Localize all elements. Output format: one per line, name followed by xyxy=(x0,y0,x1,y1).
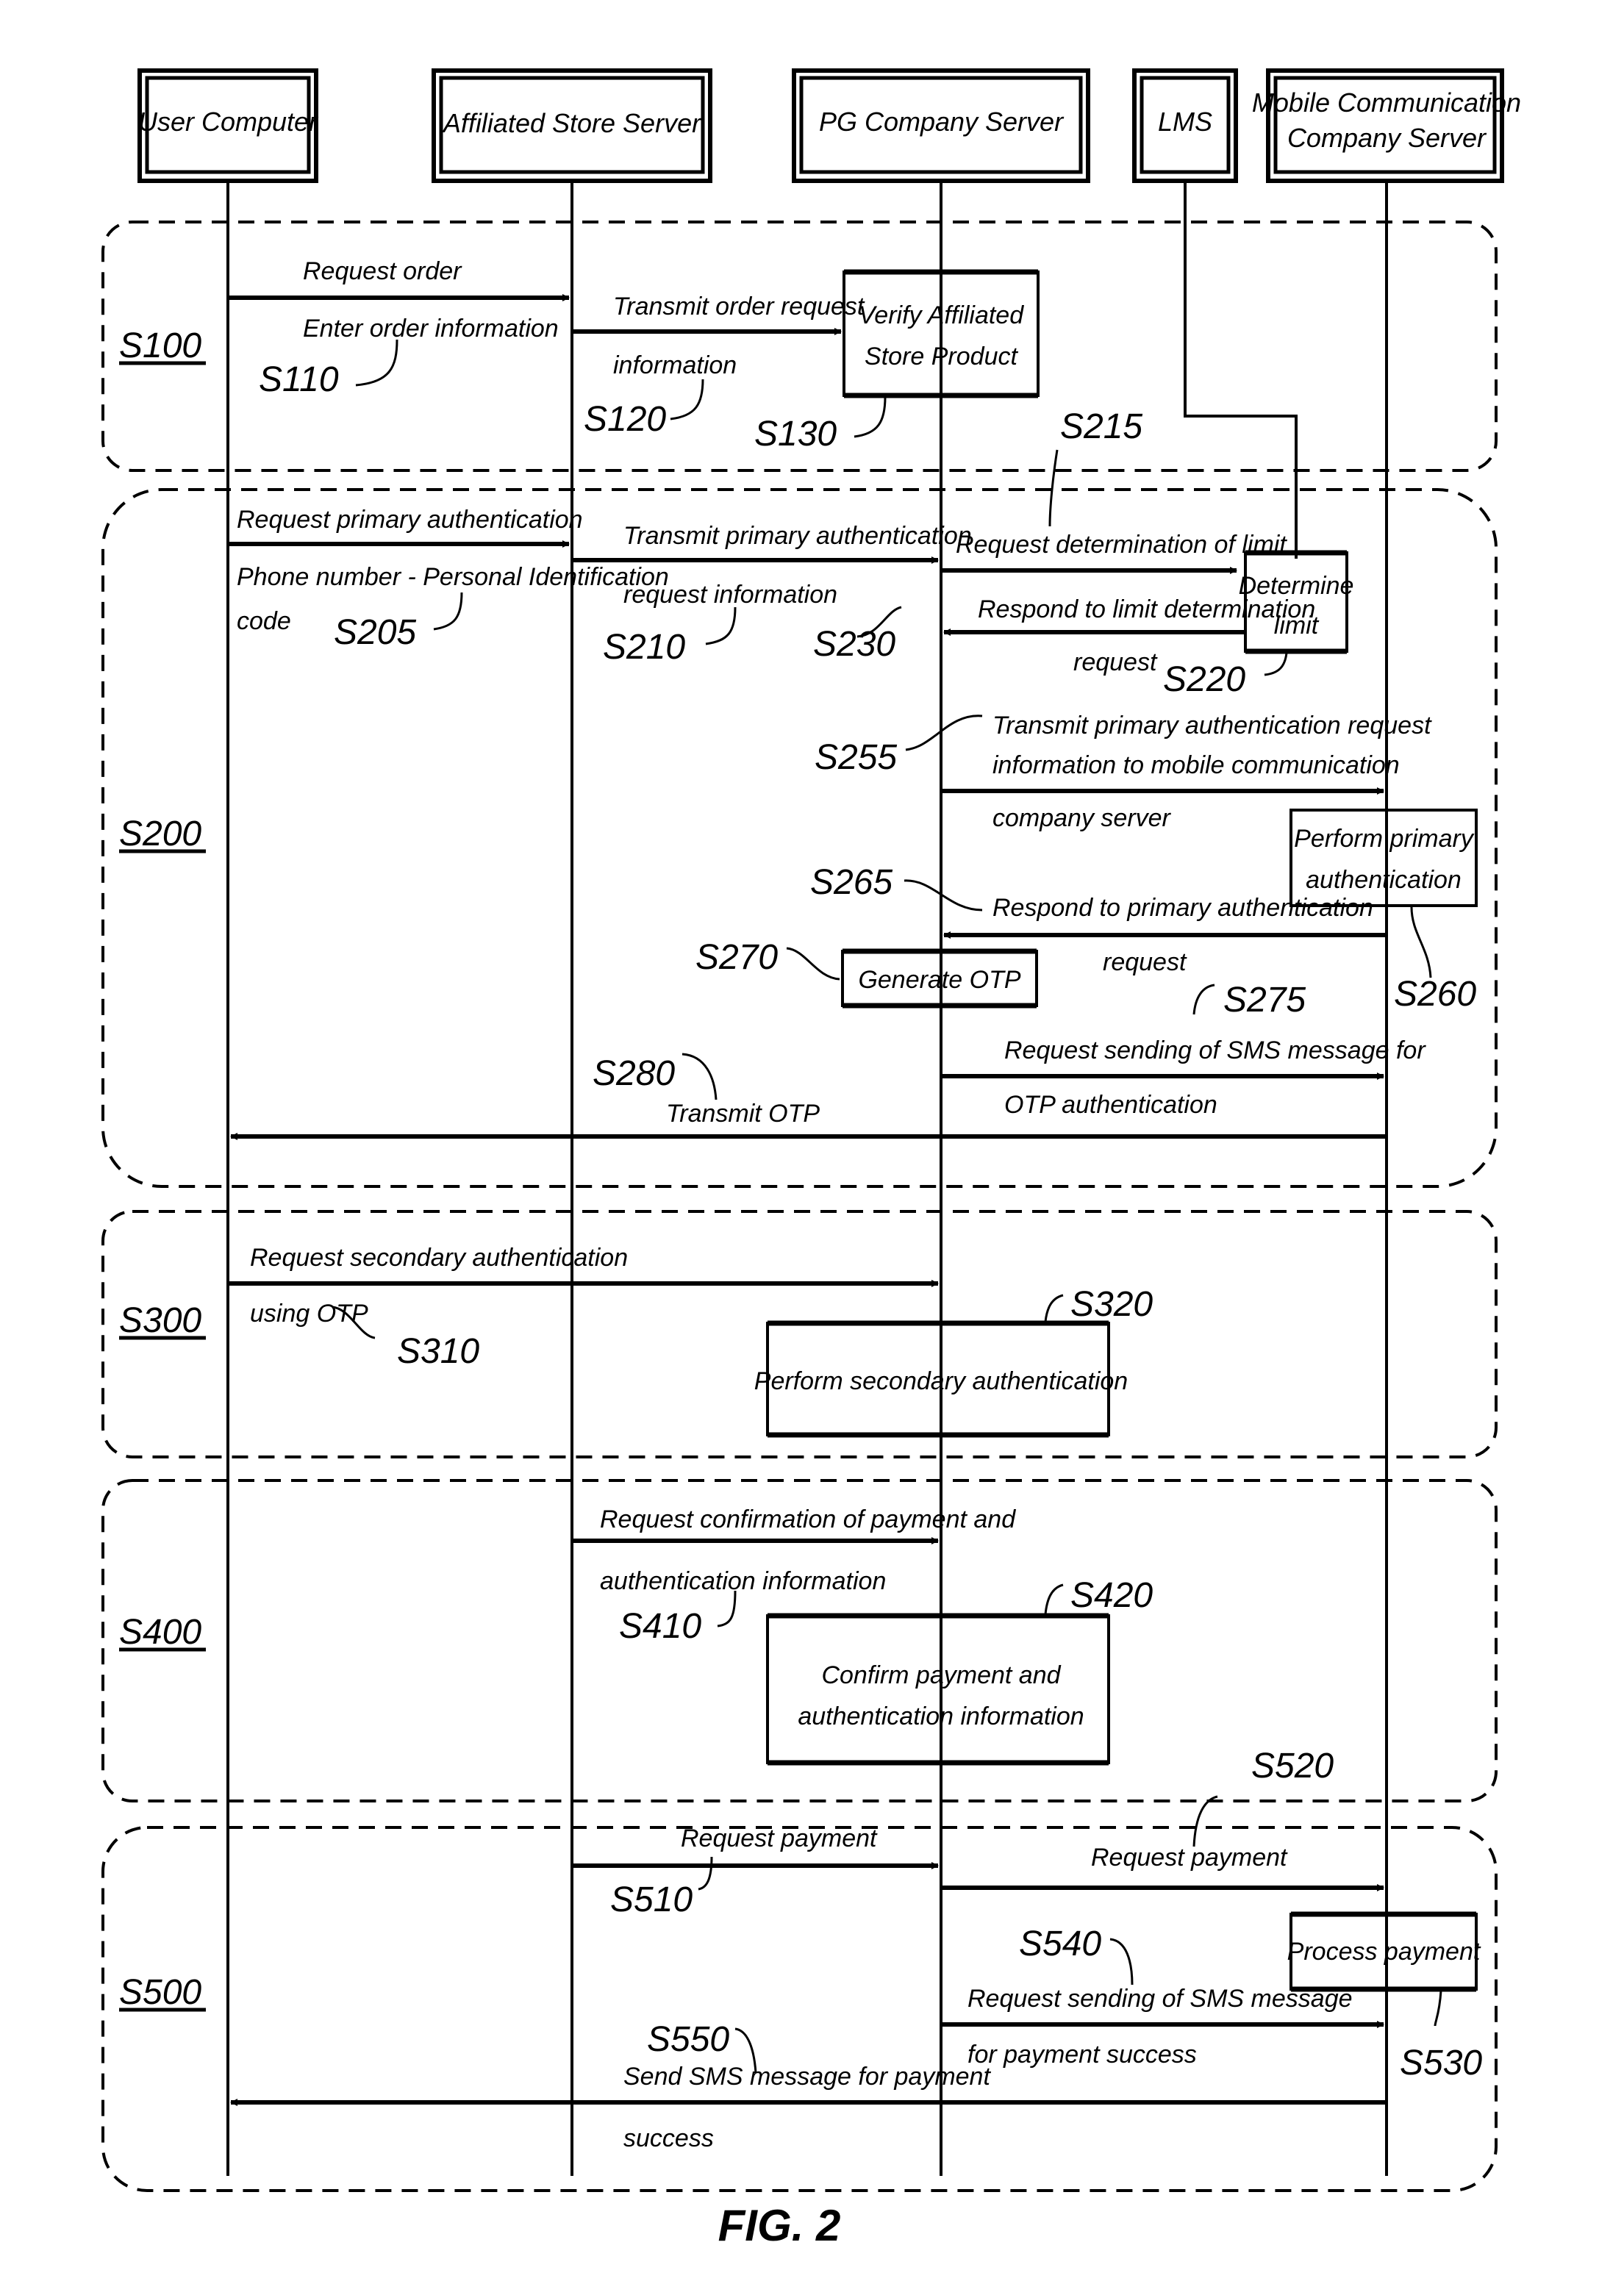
svg-text:Request payment: Request payment xyxy=(681,1825,878,1852)
svg-text:Store Product: Store Product xyxy=(865,343,1018,370)
step-ref: S530 xyxy=(1400,2044,1482,2083)
svg-text:Enter order information: Enter order information xyxy=(303,315,559,343)
actor-mobile-communication-company-server: Mobile Communication Company Server xyxy=(1252,68,1521,183)
svg-text:request information: request information xyxy=(623,581,837,609)
step-ref: S520 xyxy=(1251,1747,1334,1786)
step-ref: S510 xyxy=(610,1880,693,1919)
actor-affiliated-store-server: Affiliated Store Server xyxy=(432,68,712,183)
actor-pg-company-server: PG Company Server xyxy=(792,68,1090,183)
svg-text:Request secondary authenticati: Request secondary authentication xyxy=(250,1244,628,1272)
svg-text:Transmit OTP: Transmit OTP xyxy=(666,1100,820,1128)
step-ref: S320 xyxy=(1070,1285,1153,1324)
figure-label: FIG. 2 xyxy=(718,2201,841,2250)
svg-text:Request determination of limit: Request determination of limit xyxy=(956,531,1287,559)
actor-label: LMS xyxy=(1158,107,1212,137)
actor-label: Affiliated Store Server xyxy=(442,108,702,138)
svg-text:information to mobile communic: information to mobile communication xyxy=(992,751,1400,779)
message-s550: Send SMS message for payment success S55… xyxy=(230,2020,1387,2152)
svg-text:Generate OTP: Generate OTP xyxy=(858,966,1020,994)
step-ref: S110 xyxy=(259,360,339,399)
step-ref: S260 xyxy=(1394,975,1476,1014)
section-label-s500: S500 xyxy=(119,1973,201,2012)
step-ref: S230 xyxy=(813,625,895,664)
step-ref: S220 xyxy=(1163,660,1245,699)
step-ref: S420 xyxy=(1070,1576,1153,1615)
svg-text:Request payment: Request payment xyxy=(1091,1844,1288,1872)
svg-text:for payment success: for payment success xyxy=(967,2041,1197,2069)
section-label-s300: S300 xyxy=(119,1301,201,1340)
step-ref: S255 xyxy=(815,738,897,777)
actor-label: PG Company Server xyxy=(819,107,1065,137)
svg-text:using OTP: using OTP xyxy=(250,1300,368,1328)
step-ref: S550 xyxy=(647,2020,729,2059)
svg-text:Phone number - Personal Identi: Phone number - Personal Identification xyxy=(237,563,669,591)
step-ref: S215 xyxy=(1060,407,1142,446)
message-s265: Respond to primary authentication reques… xyxy=(810,863,1387,976)
svg-text:information: information xyxy=(613,351,737,379)
svg-text:Perform primary: Perform primary xyxy=(1294,825,1475,853)
step-ref: S540 xyxy=(1019,1924,1101,1963)
svg-text:company server: company server xyxy=(992,804,1172,832)
actor-label-line2: Company Server xyxy=(1287,123,1487,153)
svg-text:Transmit order request: Transmit order request xyxy=(613,293,865,321)
svg-text:Verify Affiliated: Verify Affiliated xyxy=(859,301,1024,329)
message-s275: Request sending of SMS message for OTP a… xyxy=(941,981,1426,1119)
step-ref: S120 xyxy=(584,400,666,439)
step-ref: S130 xyxy=(754,415,837,454)
actor-user-computer: User Computer xyxy=(137,68,319,183)
svg-text:code: code xyxy=(237,607,291,635)
svg-text:authentication information: authentication information xyxy=(798,1702,1084,1730)
actor-label: User Computer xyxy=(138,107,319,137)
sequence-diagram: User Computer Affiliated Store Server PG… xyxy=(101,68,1521,2250)
step-ref: S280 xyxy=(593,1054,675,1093)
message-s110: Request order Enter order information S1… xyxy=(228,257,570,399)
svg-text:Respond to limit determination: Respond to limit determination xyxy=(978,595,1315,623)
process-s220: Determine limit S220 xyxy=(1163,550,1353,699)
step-ref: S270 xyxy=(695,938,778,977)
actor-label-line1: Mobile Communication xyxy=(1252,87,1521,118)
svg-text:request: request xyxy=(1103,948,1187,976)
step-ref: S275 xyxy=(1223,981,1306,1020)
message-s210: Transmit primary authentication request … xyxy=(572,522,972,667)
message-s410: Request confirmation of payment and auth… xyxy=(572,1505,1016,1646)
step-ref: S210 xyxy=(603,628,685,667)
svg-text:authentication: authentication xyxy=(1306,866,1462,894)
step-ref: S265 xyxy=(810,863,893,902)
svg-text:Request confirmation of paymen: Request confirmation of payment and xyxy=(600,1505,1016,1533)
svg-text:Confirm payment and: Confirm payment and xyxy=(821,1661,1061,1689)
step-ref: S410 xyxy=(619,1607,701,1646)
section-label-s200: S200 xyxy=(119,814,201,853)
svg-text:Request sending of SMS message: Request sending of SMS message xyxy=(967,1985,1353,2013)
step-ref: S310 xyxy=(397,1332,479,1371)
svg-text:request: request xyxy=(1073,648,1158,676)
svg-text:Send SMS message for payment: Send SMS message for payment xyxy=(623,2063,991,2091)
svg-text:Transmit primary authenticatio: Transmit primary authentication xyxy=(623,522,972,550)
svg-text:Perform secondary authenticati: Perform secondary authentication xyxy=(754,1367,1128,1395)
message-s510: Request payment S510 xyxy=(572,1825,939,1919)
process-s320: Perform secondary authentication S320 xyxy=(754,1285,1153,1438)
process-s270: Generate OTP S270 xyxy=(695,938,1038,1009)
svg-text:Request sending of SMS message: Request sending of SMS message for xyxy=(1004,1036,1426,1064)
svg-text:OTP authentication: OTP authentication xyxy=(1004,1091,1217,1119)
section-label-s100: S100 xyxy=(119,326,201,365)
svg-text:Respond to primary authenticat: Respond to primary authentication xyxy=(992,894,1373,922)
step-ref: S205 xyxy=(334,613,416,652)
svg-text:Request order: Request order xyxy=(303,257,462,285)
section-label-s400: S400 xyxy=(119,1613,201,1652)
message-s520: Request payment S520 xyxy=(941,1747,1384,1891)
svg-text:Transmit primary authenticatio: Transmit primary authentication request xyxy=(992,712,1432,740)
actor-lms: LMS xyxy=(1132,68,1238,183)
svg-text:authentication information: authentication information xyxy=(600,1567,886,1595)
message-s255: Transmit primary authentication request … xyxy=(815,712,1432,832)
svg-text:success: success xyxy=(623,2124,714,2152)
process-s420: Confirm payment and authentication infor… xyxy=(766,1576,1153,1766)
svg-text:Request primary authentication: Request primary authentication xyxy=(237,506,583,534)
lifeline-lms xyxy=(1184,181,1298,559)
message-s310: Request secondary authentication using O… xyxy=(228,1244,939,1371)
svg-text:Process payment: Process payment xyxy=(1287,1938,1481,1966)
